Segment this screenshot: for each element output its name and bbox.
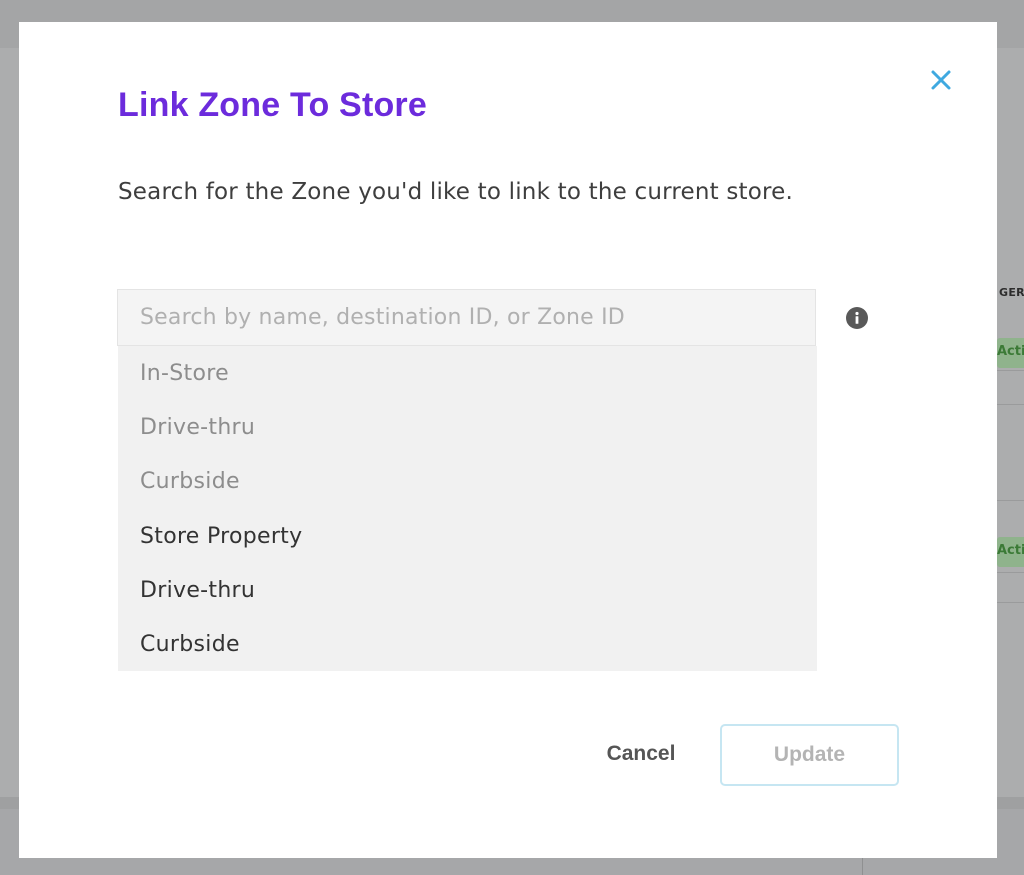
- background-row-divider: [997, 572, 1024, 573]
- dropdown-item-in-store[interactable]: In-Store: [118, 346, 817, 400]
- close-button[interactable]: [928, 67, 954, 93]
- cancel-button[interactable]: Cancel: [591, 735, 691, 773]
- update-button[interactable]: Update: [720, 724, 899, 786]
- zone-dropdown-list: In-Store Drive-thru Curbside Store Prope…: [118, 346, 817, 671]
- dropdown-item-curbside[interactable]: Curbside: [118, 455, 817, 509]
- modal-description: Search for the Zone you'd like to link t…: [118, 179, 794, 205]
- background-table-header: GER G: [999, 286, 1024, 299]
- background-row-divider: [997, 602, 1024, 603]
- background-row-divider: [997, 500, 1024, 501]
- modal-title: Link Zone To Store: [118, 86, 427, 124]
- info-glyph: [855, 311, 859, 324]
- dropdown-item-drive-thru[interactable]: Drive-thru: [118, 400, 817, 454]
- background-status-badge: Acti: [997, 338, 1024, 368]
- link-zone-modal: Link Zone To Store Search for the Zone y…: [19, 22, 997, 858]
- zone-search-field: [117, 289, 816, 346]
- dropdown-item-drive-thru[interactable]: Drive-thru: [118, 563, 817, 617]
- close-icon: [931, 70, 951, 90]
- background-row-divider: [997, 370, 1024, 371]
- background-row-divider: [997, 404, 1024, 405]
- zone-search-input[interactable]: [118, 290, 815, 345]
- dropdown-item-curbside[interactable]: Curbside: [118, 617, 817, 671]
- info-icon[interactable]: [846, 307, 868, 329]
- dropdown-item-store-property[interactable]: Store Property: [118, 509, 817, 563]
- background-status-badge: Acti: [997, 537, 1024, 567]
